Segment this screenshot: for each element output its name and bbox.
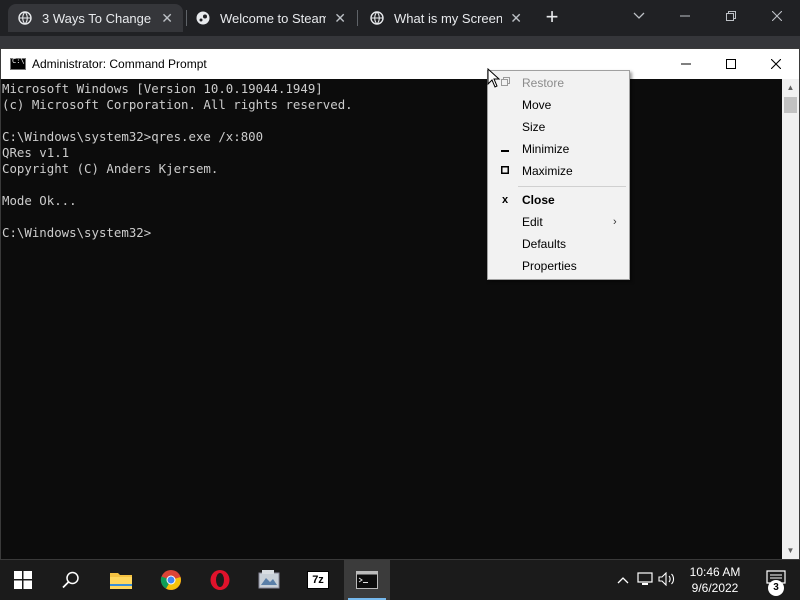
submenu-arrow-icon: ›: [613, 216, 617, 228]
new-tab-button[interactable]: +: [540, 6, 564, 30]
browser-restore-icon[interactable]: [708, 0, 754, 32]
vertical-scrollbar[interactable]: ▲ ▼: [782, 79, 799, 559]
browser-close-icon[interactable]: [754, 0, 800, 32]
show-hidden-icons-icon[interactable]: [614, 572, 632, 588]
tab-title: What is my Screen R: [394, 10, 503, 26]
tab-divider: [357, 10, 358, 26]
cmd-close-icon[interactable]: [753, 49, 799, 79]
menu-item-restore[interactable]: Restore: [488, 72, 629, 94]
console-line: Mode Ok...: [2, 193, 77, 208]
console-output[interactable]: Microsoft Windows [Version 10.0.19044.19…: [1, 79, 783, 559]
file-explorer-icon[interactable]: [98, 560, 144, 600]
close-icon: x: [501, 194, 509, 206]
notification-count-badge: 3: [768, 580, 784, 596]
menu-item-defaults[interactable]: Defaults: [488, 233, 629, 255]
globe-icon: [370, 11, 384, 25]
close-tab-icon[interactable]: ✕: [510, 10, 522, 27]
chrome-icon[interactable]: [148, 560, 194, 600]
maximize-icon: [488, 165, 522, 177]
menu-item-properties[interactable]: Properties: [488, 255, 629, 277]
tab-title: 3 Ways To Change Sc: [42, 10, 153, 26]
start-icon[interactable]: [0, 560, 46, 600]
close-tab-icon[interactable]: ✕: [161, 10, 173, 27]
console-line: Copyright (C) Anders Kjersem.: [2, 161, 219, 176]
menu-item-move[interactable]: Move: [488, 94, 629, 116]
cmd-minimize-icon[interactable]: [663, 49, 709, 79]
mouse-cursor-icon: [487, 68, 501, 88]
menu-item-close[interactable]: x Close: [488, 189, 629, 211]
taskbar: 7z 10:46 AM 9/6/2022 3: [0, 560, 800, 600]
search-icon[interactable]: [48, 560, 94, 600]
tab-search-icon[interactable]: [616, 0, 662, 32]
browser-tab-1[interactable]: 3 Ways To Change Sc ✕: [8, 4, 183, 32]
cmd-window-title: Administrator: Command Prompt: [32, 57, 207, 71]
menu-item-minimize[interactable]: Minimize: [488, 138, 629, 160]
menu-item-size[interactable]: Size: [488, 116, 629, 138]
browser-minimize-icon[interactable]: [662, 0, 708, 32]
system-tray: 10:46 AM 9/6/2022 3: [600, 560, 800, 600]
steam-icon: [196, 11, 210, 25]
browser-tab-2[interactable]: Welcome to Steam ✕: [186, 4, 356, 32]
browser-tab-3[interactable]: What is my Screen R ✕: [360, 4, 532, 32]
close-tab-icon[interactable]: ✕: [334, 10, 346, 27]
console-line: C:\Windows\system32>: [2, 225, 152, 240]
scrollbar-thumb[interactable]: [784, 97, 797, 113]
minimize-icon: [488, 144, 522, 155]
menu-item-edit[interactable]: Edit ›: [488, 211, 629, 233]
console-line: QRes v1.1: [2, 145, 70, 160]
clock[interactable]: 10:46 AM 9/6/2022: [680, 564, 750, 596]
console-line: (c) Microsoft Corporation. All rights re…: [2, 97, 353, 112]
cmd-maximize-icon[interactable]: [708, 49, 754, 79]
network-icon[interactable]: [636, 572, 654, 588]
command-prompt-taskbar-icon[interactable]: [344, 560, 390, 600]
clock-date: 9/6/2022: [691, 581, 739, 595]
command-prompt-icon[interactable]: [10, 57, 26, 70]
opera-icon[interactable]: [197, 560, 243, 600]
system-context-menu: Restore Move Size Minimize Maximize x Cl…: [487, 70, 630, 280]
menu-item-maximize[interactable]: Maximize: [488, 160, 629, 182]
console-line: C:\Windows\system32>qres.exe /x:800: [2, 129, 264, 144]
7zip-icon[interactable]: 7z: [295, 560, 341, 600]
menu-separator: [518, 186, 626, 187]
app-icon[interactable]: [246, 560, 292, 600]
scroll-down-arrow-icon[interactable]: ▼: [782, 542, 799, 559]
volume-icon[interactable]: [658, 571, 676, 588]
console-line: Microsoft Windows [Version 10.0.19044.19…: [2, 81, 323, 96]
globe-icon: [18, 11, 32, 25]
scroll-up-arrow-icon[interactable]: ▲: [782, 79, 799, 96]
command-prompt-window: Administrator: Command Prompt Microsoft …: [0, 48, 800, 560]
clock-time: 10:46 AM: [689, 565, 741, 579]
tab-title: Welcome to Steam: [220, 10, 327, 26]
cmd-title-bar[interactable]: Administrator: Command Prompt: [1, 49, 799, 79]
